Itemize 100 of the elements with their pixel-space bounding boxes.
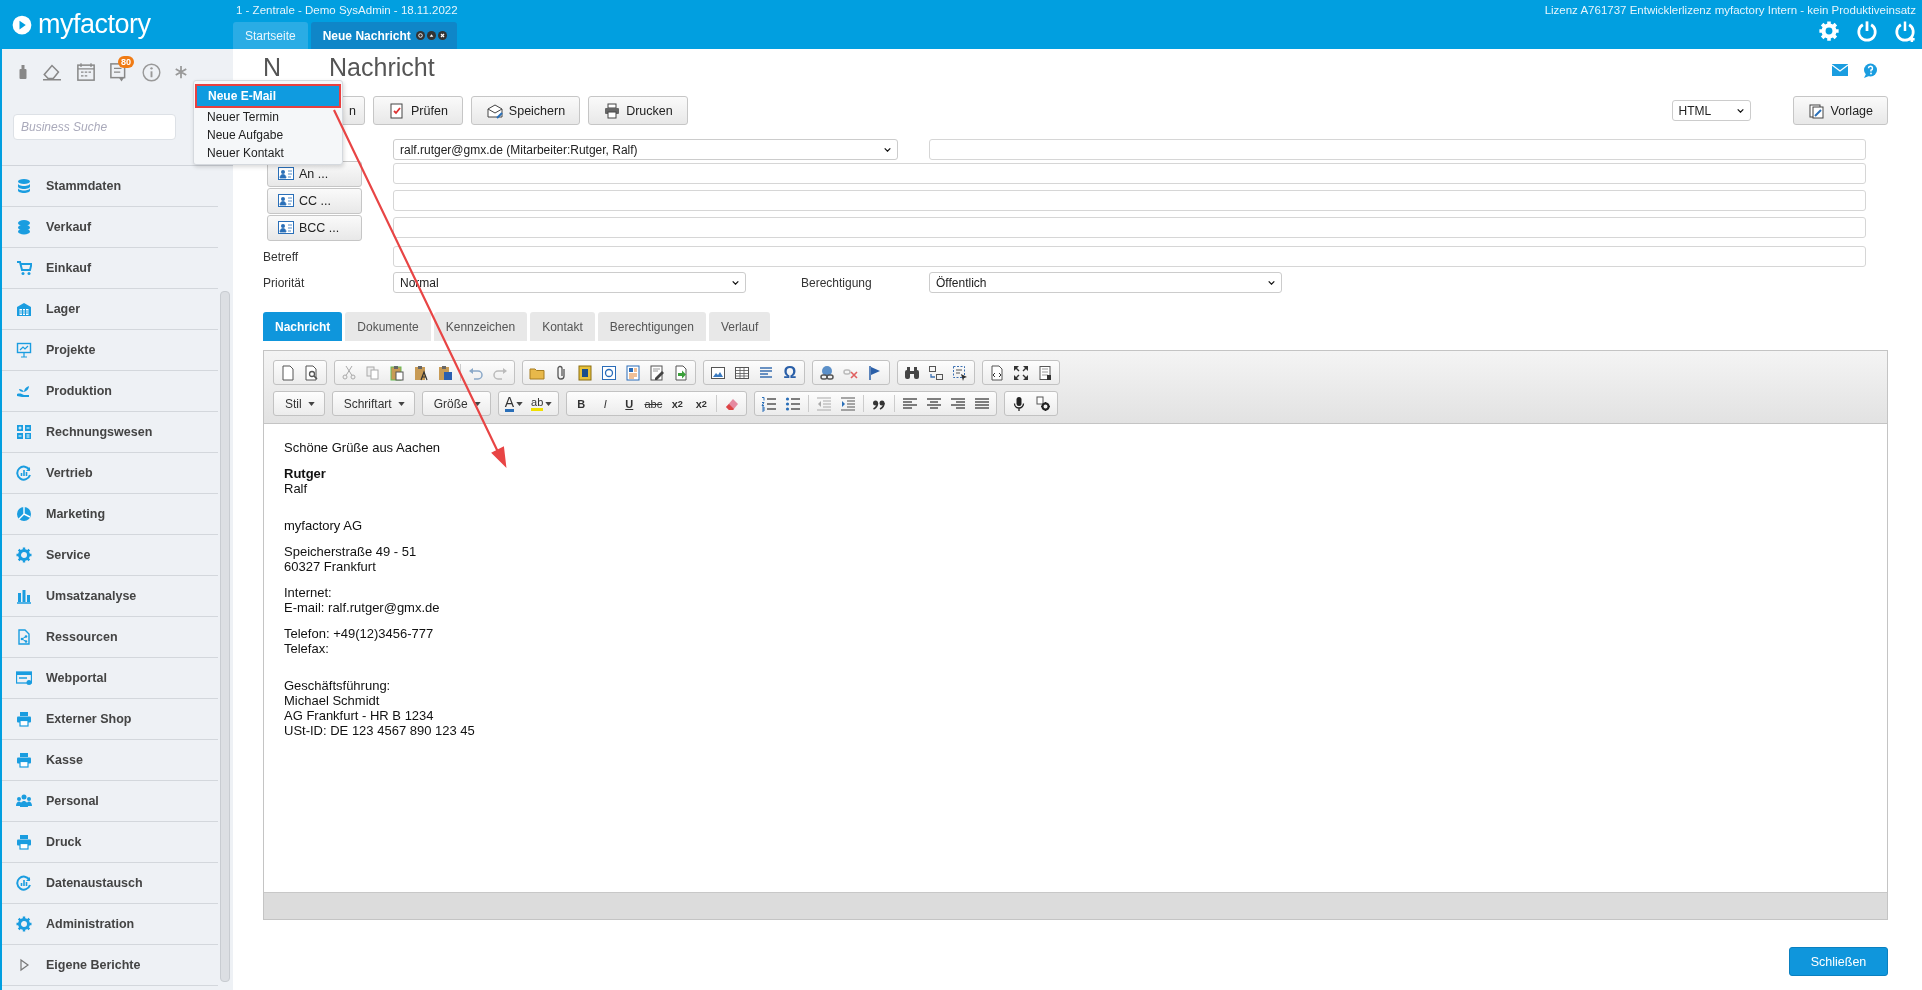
chevron-icon [1736, 108, 1744, 113]
toolbar-button[interactable]: Speichern [470, 96, 581, 125]
toolbar-button[interactable]: Prüfen [373, 96, 463, 125]
field-label: Berechtigung [801, 275, 872, 290]
envelope-pen-icon [485, 102, 504, 119]
message-text: Speicherstraße 49 - 51 60327 Frankfurt [284, 544, 418, 574]
nav-item[interactable]: Externer Shop [2, 699, 218, 740]
power-plus-icon[interactable] [1894, 20, 1916, 42]
settings-icon[interactable] [1818, 20, 1840, 42]
nav-item[interactable]: Service [2, 535, 218, 576]
circle-chart-icon [16, 465, 32, 481]
dropdown[interactable]: Schriftart [331, 391, 415, 416]
numbered-list-icon [761, 395, 778, 412]
recipient-button[interactable]: BCC ... [267, 214, 362, 241]
nav-item[interactable]: Kasse [2, 740, 218, 781]
field-label: Betreff [263, 249, 299, 264]
nav-item[interactable]: Marketing [2, 494, 218, 535]
highlight-button[interactable]: ab [527, 393, 557, 414]
document-pen-icon [649, 364, 665, 381]
tab[interactable]: Dokumente [345, 312, 431, 341]
nav-item[interactable]: Stammdaten [2, 166, 218, 207]
template-button[interactable]: Vorlage [1792, 96, 1888, 125]
pin-icon[interactable] [426, 31, 436, 40]
dropdown[interactable]: Größe [421, 391, 491, 416]
asterisk-icon[interactable] [174, 65, 188, 79]
special-character-button[interactable]: Ω [778, 362, 802, 383]
permission-select[interactable]: Öffentlich [929, 272, 1282, 293]
nav-item[interactable]: Projekte [2, 330, 218, 371]
toolbar-button[interactable]: Drucken [588, 96, 688, 125]
subject-field[interactable] [393, 246, 1866, 267]
message-text: Telefon: +49(12)3456-777 Telefax: [284, 626, 435, 656]
page-title: Nachricht [329, 54, 435, 80]
gear-icon [16, 547, 32, 563]
search-field[interactable]: Business Suche [13, 114, 176, 140]
clipboard-document-icon [437, 364, 453, 381]
align-right-icon [950, 395, 967, 412]
format-button[interactable]: I [593, 393, 618, 414]
nav-item[interactable]: Druck [2, 822, 218, 863]
menu-item[interactable]: Neue Aufgabe [194, 126, 342, 144]
message-text: Schöne Grüße aus Aachen [284, 440, 442, 455]
nav-item[interactable]: Verkauf [2, 207, 218, 248]
play-circle-icon [12, 14, 32, 35]
dropdown[interactable]: Stil [273, 391, 325, 416]
refresh-icon[interactable] [415, 31, 425, 40]
format-button[interactable]: abc [641, 393, 666, 414]
notification-badge: 80 [118, 56, 134, 68]
mail-icon[interactable] [1832, 63, 1848, 77]
table-icon [734, 364, 750, 381]
help-icon[interactable] [1862, 63, 1878, 79]
input-field[interactable] [393, 190, 1866, 211]
tab[interactable]: Berechtigungen [597, 312, 706, 341]
copy-icon [365, 364, 381, 381]
calendar-icon[interactable] [76, 62, 96, 82]
select-region-icon [952, 364, 968, 381]
nav-item[interactable]: Administration [2, 904, 218, 945]
nav-item[interactable]: Rechnungswesen [2, 412, 218, 453]
nav-item[interactable]: Webportal [2, 658, 218, 699]
recipient-button[interactable]: CC ... [267, 187, 362, 214]
nav-item[interactable]: Datenaustausch [2, 863, 218, 904]
power-icon[interactable] [1856, 20, 1878, 42]
format-button[interactable]: B [569, 393, 594, 414]
target-icon [601, 364, 617, 381]
info-icon[interactable] [142, 62, 161, 82]
printer-icon [16, 711, 32, 727]
tab[interactable]: Kontakt [530, 312, 595, 341]
form-icon [625, 364, 641, 381]
indent-icon [840, 395, 857, 412]
input-field[interactable] [393, 217, 1866, 238]
document-tab[interactable]: Neue Nachricht [310, 22, 457, 49]
contact-card-icon [278, 194, 294, 207]
close-icon[interactable] [437, 31, 447, 40]
message-text: Geschäftsführung: Michael Schmidt AG Frankfurt - HR B 1234 USt-ID: DE 123 4567 890 123 45 [284, 678, 476, 738]
blocks-icon [1037, 364, 1053, 381]
menu-item[interactable]: Neuer Kontakt [194, 144, 342, 162]
nav-item[interactable]: Produktion [2, 371, 218, 412]
tab[interactable]: Verlauf [708, 312, 771, 341]
input-field[interactable] [393, 163, 1866, 184]
nav-item[interactable]: Umsatzanalyse [2, 576, 218, 617]
contact-card-icon [278, 167, 294, 180]
sender-select[interactable]: ralf.rutger@gmx.de (Mitarbeiter:Rutger, Ralf) [393, 139, 898, 160]
text-lines-icon [758, 364, 774, 381]
menu-item[interactable]: Neuer Termin [194, 108, 342, 126]
nav-item[interactable]: Lager [2, 289, 218, 330]
tab[interactable]: Kennzeichen [433, 312, 528, 341]
eraser-icon[interactable] [41, 63, 63, 81]
nav-item[interactable]: Vertrieb [2, 453, 218, 494]
nav-item[interactable]: Einkauf [2, 248, 218, 289]
link-icon [819, 364, 835, 381]
scrollbar[interactable] [220, 291, 230, 982]
bottle-icon[interactable] [18, 64, 28, 80]
text-color-button[interactable]: A [500, 393, 528, 414]
format-button[interactable]: U [617, 393, 642, 414]
message-text: Internet: E-mail: ralf.rutger@gmx.de [284, 585, 441, 615]
nav-item[interactable]: Ressourcen [2, 617, 218, 658]
input-field[interactable] [929, 139, 1866, 160]
nav-item[interactable]: Eigene Berichte [2, 945, 218, 986]
align-center-icon [926, 395, 943, 412]
nav-item[interactable]: Personal [2, 781, 218, 822]
format-select[interactable]: HTML [1671, 100, 1751, 121]
align-left-icon [902, 395, 919, 412]
